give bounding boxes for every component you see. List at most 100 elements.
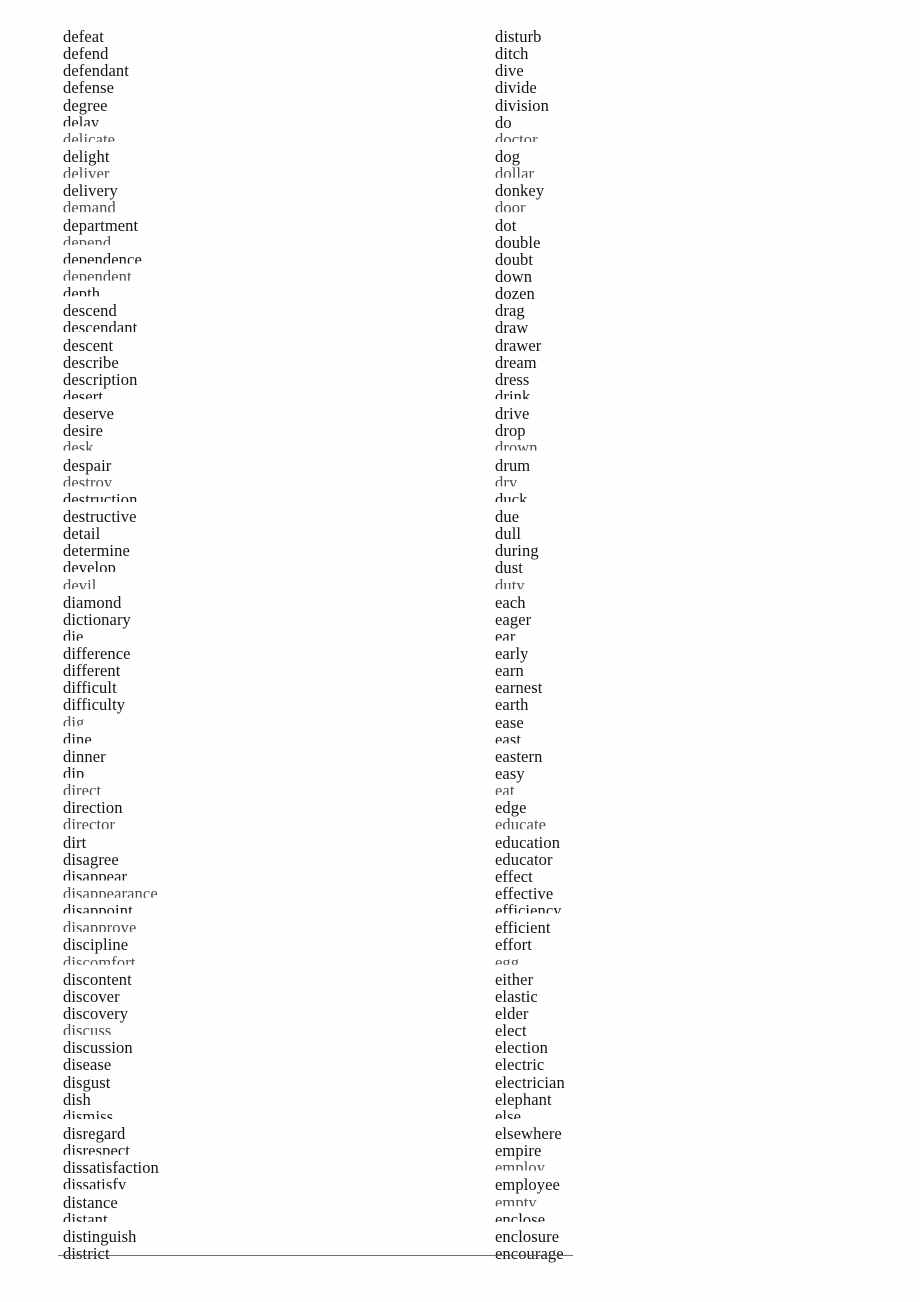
- word-entry: difficulty: [63, 696, 463, 713]
- word-entry: defend: [63, 45, 463, 62]
- word-text: electric: [495, 1055, 545, 1075]
- word-entry: determine: [63, 542, 463, 559]
- word-text: effect: [495, 866, 533, 886]
- word-entry: ditch: [495, 45, 895, 62]
- word-entry: dependence: [63, 251, 463, 268]
- word-text: demand: [63, 198, 116, 218]
- word-entry: dismiss: [63, 1108, 463, 1125]
- word-entry: descent: [63, 336, 463, 353]
- word-entry: description: [63, 371, 463, 388]
- word-entry: dig: [63, 714, 463, 731]
- word-entry: elect: [495, 1022, 895, 1039]
- word-entry: efficient: [495, 919, 895, 936]
- word-entry: detail: [63, 525, 463, 542]
- word-text: distant: [63, 1209, 108, 1229]
- word-entry: each: [495, 593, 895, 610]
- word-entry: dictionary: [63, 611, 463, 628]
- word-text: disease: [63, 1055, 112, 1075]
- word-text: edge: [495, 798, 527, 818]
- word-text: deliver: [63, 164, 110, 184]
- word-entry: disease: [63, 1056, 463, 1073]
- word-text: direction: [63, 798, 123, 818]
- word-entry: disappoint: [63, 902, 463, 919]
- word-text: during: [495, 541, 539, 561]
- word-entry: dollar: [495, 165, 895, 182]
- word-entry: eat: [495, 782, 895, 799]
- left-word-column: defeat defend defendant defense degree delay d…: [63, 28, 463, 1262]
- word-text: disapprove: [63, 918, 137, 938]
- word-text: dull: [495, 524, 522, 544]
- word-entry: delicate: [63, 131, 463, 148]
- word-text: down: [495, 266, 533, 286]
- word-entry: department: [63, 215, 463, 235]
- word-text: doubt: [495, 249, 534, 269]
- word-text: depth: [63, 284, 101, 304]
- word-text: defeat: [63, 27, 104, 46]
- word-text: duck: [495, 489, 528, 509]
- word-text: dig: [63, 712, 85, 732]
- word-text: east: [495, 729, 522, 749]
- word-text: disagree: [63, 849, 119, 869]
- word-entry: difficult: [63, 679, 463, 696]
- word-text: dismiss: [63, 1106, 114, 1126]
- word-text: department: [63, 215, 139, 235]
- word-text: dictionary: [63, 609, 131, 629]
- word-entry: donkey: [495, 182, 895, 199]
- word-entry: demand: [63, 199, 463, 216]
- word-entry: either: [495, 971, 895, 988]
- word-entry: election: [495, 1039, 895, 1056]
- word-entry: during: [495, 542, 895, 559]
- word-text: disappoint: [63, 901, 133, 921]
- word-text: defense: [63, 78, 115, 98]
- word-text: descend: [63, 301, 117, 321]
- word-text: dinner: [63, 746, 106, 766]
- word-entry: devil: [63, 577, 463, 594]
- word-entry: ear: [495, 628, 895, 645]
- word-text: eat: [495, 781, 515, 801]
- word-text: disappear: [63, 866, 128, 886]
- word-entry: distinguish: [63, 1228, 463, 1245]
- word-entry: duck: [495, 491, 895, 508]
- word-text: disrespect: [63, 1141, 130, 1161]
- word-entry: drink: [495, 388, 895, 405]
- scanned-page: defeat defend defendant defense degree delay d…: [0, 0, 920, 1302]
- word-entry: defense: [63, 79, 463, 96]
- word-text: deserve: [63, 404, 115, 424]
- word-text: drag: [495, 301, 525, 321]
- word-entry: dream: [495, 354, 895, 371]
- word-text: elder: [495, 1004, 529, 1024]
- word-text: disturb: [495, 27, 542, 46]
- word-entry: diamond: [63, 593, 463, 610]
- word-text: defendant: [63, 61, 129, 81]
- word-entry: dine: [63, 731, 463, 748]
- word-entry: dry: [495, 474, 895, 491]
- word-entry: disregard: [63, 1125, 463, 1142]
- word-text: eager: [495, 609, 532, 629]
- word-entry: dissatisfy: [63, 1176, 463, 1193]
- word-entry: discovery: [63, 1005, 463, 1022]
- word-text: difficult: [63, 678, 117, 698]
- word-entry: defeat: [63, 28, 463, 45]
- word-entry: doubt: [495, 251, 895, 268]
- word-entry: describe: [63, 354, 463, 371]
- word-text: discipline: [63, 935, 129, 955]
- word-text: destruction: [63, 489, 138, 509]
- word-text: employee: [495, 1175, 560, 1195]
- word-entry: degree: [63, 96, 463, 113]
- word-entry: dirt: [63, 833, 463, 850]
- word-text: doctor: [495, 129, 538, 149]
- word-entry: east: [495, 731, 895, 748]
- word-entry: disturb: [495, 28, 895, 45]
- word-entry: early: [495, 645, 895, 662]
- word-text: do: [495, 112, 512, 132]
- word-text: dream: [495, 352, 537, 372]
- word-text: enclosure: [495, 1226, 560, 1246]
- word-entry: disrespect: [63, 1142, 463, 1159]
- word-text: duty: [495, 575, 525, 595]
- word-text: educator: [495, 849, 553, 869]
- word-text: devil: [63, 575, 97, 595]
- word-text: dependence: [63, 249, 142, 269]
- word-text: describe: [63, 352, 119, 372]
- word-entry: discomfort: [63, 954, 463, 971]
- word-text: discovery: [63, 1004, 129, 1024]
